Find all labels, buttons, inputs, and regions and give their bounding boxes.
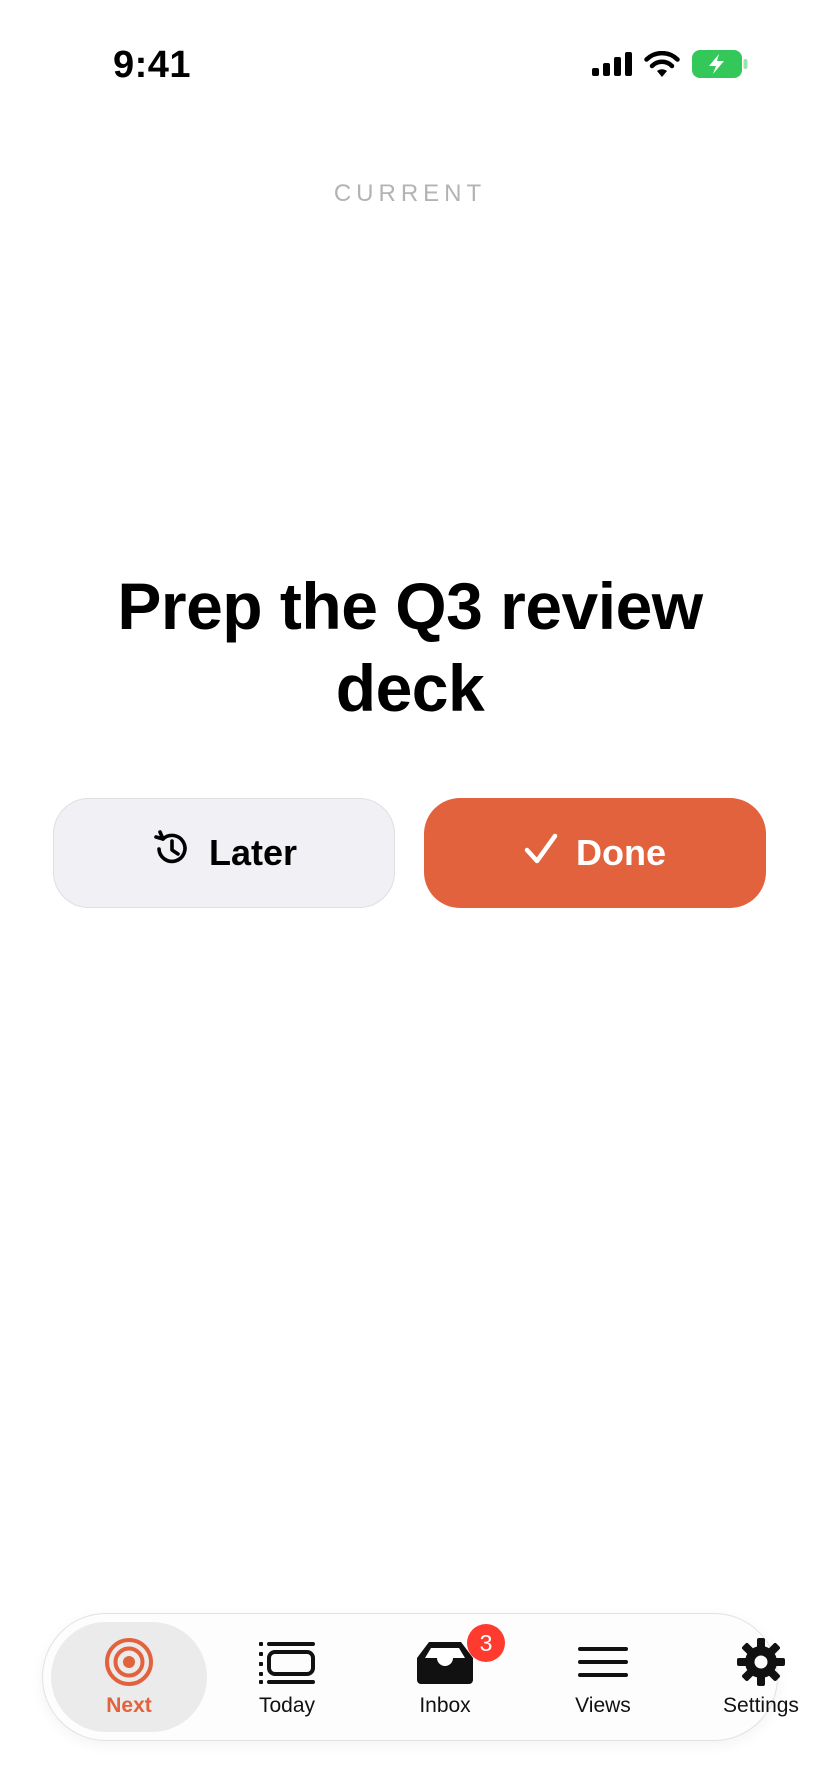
tab-settings[interactable]: Settings xyxy=(683,1622,820,1732)
tab-next[interactable]: Next xyxy=(51,1622,207,1732)
tab-inbox[interactable]: 3 Inbox xyxy=(367,1622,523,1732)
later-button[interactable]: Later xyxy=(53,798,395,908)
screen: 9:41 CURRENT Prep the Q3 review deck Lat… xyxy=(0,0,820,1783)
tab-bar: Next Today 3 Inbox Views Settings xyxy=(42,1613,799,1741)
tab-views[interactable]: Views xyxy=(525,1622,681,1732)
checkmark-icon xyxy=(524,832,558,875)
status-icons xyxy=(592,50,748,83)
tab-today-label: Today xyxy=(258,1694,316,1717)
tab-views-label: Views xyxy=(575,1694,631,1717)
cellular-signal-icon xyxy=(592,52,632,81)
tab-inbox-label: Inbox xyxy=(419,1694,471,1717)
task-title: Prep the Q3 review deck xyxy=(117,569,703,725)
tab-today[interactable]: Today xyxy=(209,1622,365,1732)
gear-icon xyxy=(731,1636,791,1688)
wifi-icon xyxy=(644,50,680,82)
section-label: CURRENT xyxy=(333,180,487,207)
done-button[interactable]: Done xyxy=(424,798,766,908)
done-label: Done xyxy=(576,832,666,873)
tab-settings-label: Settings xyxy=(723,1694,799,1717)
battery-charging-icon xyxy=(692,50,748,83)
inbox-tray-icon: 3 xyxy=(415,1624,505,1688)
inbox-badge: 3 xyxy=(467,1624,505,1662)
target-icon xyxy=(99,1636,159,1688)
lines-icon xyxy=(573,1636,633,1688)
tab-next-label: Next xyxy=(106,1694,152,1717)
status-time: 9:41 xyxy=(113,44,192,86)
today-list-icon xyxy=(257,1636,317,1688)
later-label: Later xyxy=(208,832,298,873)
history-clock-icon xyxy=(151,829,191,878)
